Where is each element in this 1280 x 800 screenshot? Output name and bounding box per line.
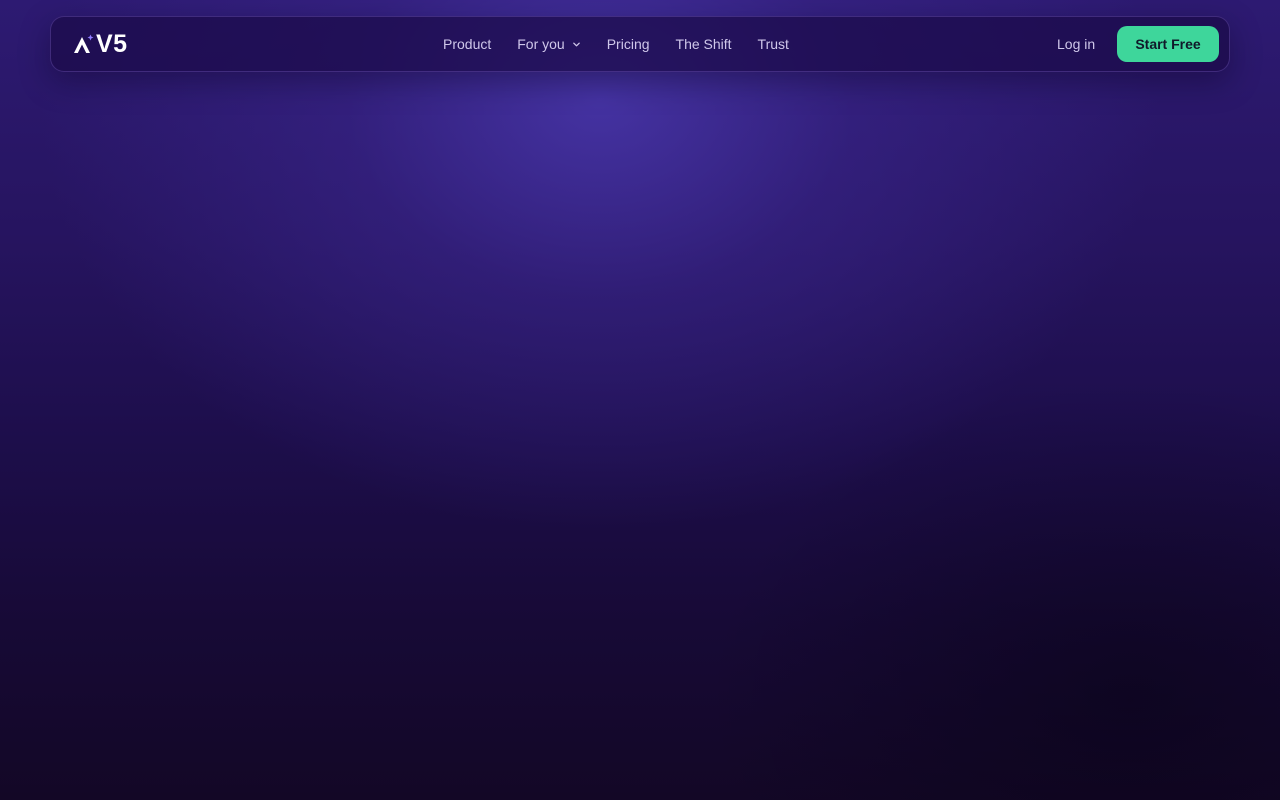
brand-name: V5 xyxy=(96,30,128,58)
top-navbar: V5 Product For you Pricing The Shift Tru… xyxy=(50,16,1230,72)
chevron-down-icon xyxy=(572,42,580,46)
main-nav: Product For you Pricing The Shift Trust xyxy=(443,17,789,71)
nav-item-for-you[interactable]: For you xyxy=(517,36,580,52)
nav-item-the-shift[interactable]: The Shift xyxy=(676,36,732,52)
nav-item-trust[interactable]: Trust xyxy=(758,36,789,52)
start-free-button[interactable]: Start Free xyxy=(1117,26,1219,62)
login-link[interactable]: Log in xyxy=(1057,17,1095,71)
spark-triangle-logo-icon xyxy=(74,34,94,53)
nav-item-product[interactable]: Product xyxy=(443,36,491,52)
hero-background xyxy=(0,0,1280,800)
brand-logo[interactable]: V5 xyxy=(73,31,128,57)
nav-item-for-you-label: For you xyxy=(517,36,565,52)
nav-item-pricing[interactable]: Pricing xyxy=(607,36,650,52)
